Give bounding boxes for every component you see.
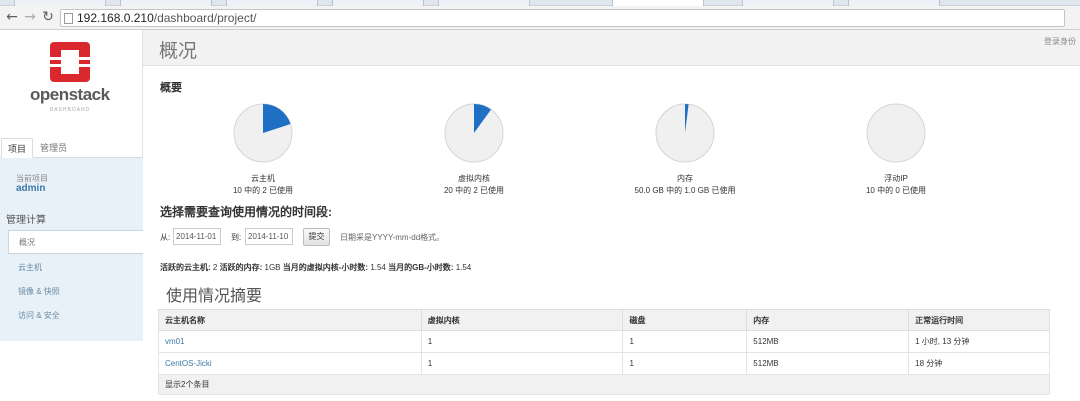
active-summary: 活跃的云主机: 2 活跃的内存: 1GB 当月的虚拟内核-小时数: 1.54 当… [160,262,471,273]
pie-block: 云主机 10 中的 2 已使用 [193,102,333,196]
table-cell: 512MB [746,352,910,375]
forward-button[interactable]: → [22,9,38,25]
address-bar: ← → ↻ 192.168.0.210/dashboard/project/ [0,6,1080,30]
pie-block: 虚拟内核 20 中的 2 已使用 [404,102,544,196]
sidebar-item-instances[interactable]: 云主机 [0,256,143,280]
back-button[interactable]: ← [4,9,20,25]
pie-subtitle: 10 中的 0 已使用 [865,186,926,195]
active-ram-value: 1GB [264,263,281,272]
pie-chart [866,103,926,163]
tab-project[interactable]: 项目 [1,138,34,158]
table-row: CentOS-Jicki 1 1 512MB 18 分钟 [158,352,1050,375]
to-date-input[interactable] [245,228,293,245]
table-cell: 512MB [746,330,910,353]
column-header[interactable]: 虚拟内核 [420,309,624,331]
instance-name-link[interactable]: vm01 [158,330,422,353]
from-date-input[interactable] [173,228,221,245]
tab-admin[interactable]: 管理员 [34,138,73,158]
column-header[interactable]: 磁盘 [622,309,748,331]
column-header[interactable]: 内存 [746,309,910,331]
page-title: 概况 [159,41,198,62]
vcpu-hours-value: 1.54 [370,263,386,272]
current-project[interactable]: admin [16,183,45,194]
pie-subtitle: 20 中的 2 已使用 [443,186,504,195]
sidebar-item-access-security[interactable]: 访问 & 安全 [0,304,143,328]
url-host: 192.168.0.210 [77,11,154,25]
table-cell: 1 小时, 13 分钟 [908,330,1050,353]
table-row: vm01 1 1 512MB 1 小时, 13 分钟 [158,330,1050,353]
brand-subtitle: DASHBOARD [49,107,91,113]
pie-subtitle: 10 中的 2 已使用 [232,186,293,195]
table-cell: 1 [420,352,624,375]
table-footer-row: 显示2个条目 [158,374,1050,395]
table-footer: 显示2个条目 [158,374,1050,395]
sidebar-tabs: 项目 管理员 [0,138,143,158]
openstack-logo-icon[interactable] [48,40,92,84]
usage-table: 云主机名称 虚拟内核 磁盘 内存 正常运行时间 vm01 1 1 512MB 1… [158,309,1050,395]
usage-title: 使用情况摘要 [166,288,263,305]
section-title: 管理计算 [6,215,46,226]
vcpu-hours-label: 当月的虚拟内核-小时数: [282,263,369,272]
table-cell: 18 分钟 [908,352,1050,375]
table-cell: 1 [420,330,624,353]
pie-title: 浮动IP [884,174,908,183]
url-path: /dashboard/project/ [153,11,257,25]
reload-button[interactable]: ↻ [40,9,56,25]
sidebar-panel: 当前项目 admin 管理计算 概况 云主机 镜像 & 快照 访问 & 安全 [0,158,143,341]
page-icon [64,13,73,24]
pie-title: 内存 [677,174,693,183]
overview-title: 概要 [160,82,182,94]
active-vms-value: 2 [212,263,218,272]
submit-button[interactable]: 提交 [303,228,330,246]
sidebar-item-images[interactable]: 镜像 & 快照 [0,280,143,304]
pie-block: 浮动IP 10 中的 0 已使用 [826,102,966,196]
from-label: 从: [160,233,171,242]
active-ram-label: 活跃的内存: [219,263,263,272]
pie-chart [233,103,293,163]
table-header-row: 云主机名称 虚拟内核 磁盘 内存 正常运行时间 [158,309,1050,331]
pie-subtitle: 50.0 GB 中的 1.0 GB 已使用 [634,186,736,195]
url-field[interactable]: 192.168.0.210/dashboard/project/ [60,9,1065,27]
column-header[interactable]: 云主机名称 [158,309,422,331]
pie-chart [444,103,504,163]
pie-chart [655,103,715,163]
table-cell: 1 [622,330,748,353]
instance-name-link[interactable]: CentOS-Jicki [158,352,422,375]
page-header: 概况 登录身份 [143,30,1080,66]
table-cell: 1 [622,352,748,375]
sidebar: openstack DASHBOARD 项目 管理员 当前项目 admin 管理… [0,30,143,341]
brand-name: openstack [30,85,110,104]
pie-title: 云主机 [251,174,275,183]
pie-background [866,103,926,163]
gb-hours-label: 当月的GB-小时数: [388,263,454,272]
to-label: 到: [231,233,242,242]
pie-title: 虚拟内核 [458,174,490,183]
sidebar-item-overview[interactable]: 概况 [8,230,143,254]
column-header[interactable]: 正常运行时间 [908,309,1050,331]
gb-hours-value: 1.54 [455,263,472,272]
active-vms-label: 活跃的云主机: [160,263,211,272]
user-link[interactable]: 登录身份 [1044,36,1076,47]
date-format-hint: 日期采是YYYY-mm-dd格式。 [340,233,445,242]
period-title: 选择需要查询使用情况的时间段: [160,205,332,219]
pie-block: 内存 50.0 GB 中的 1.0 GB 已使用 [615,102,755,196]
